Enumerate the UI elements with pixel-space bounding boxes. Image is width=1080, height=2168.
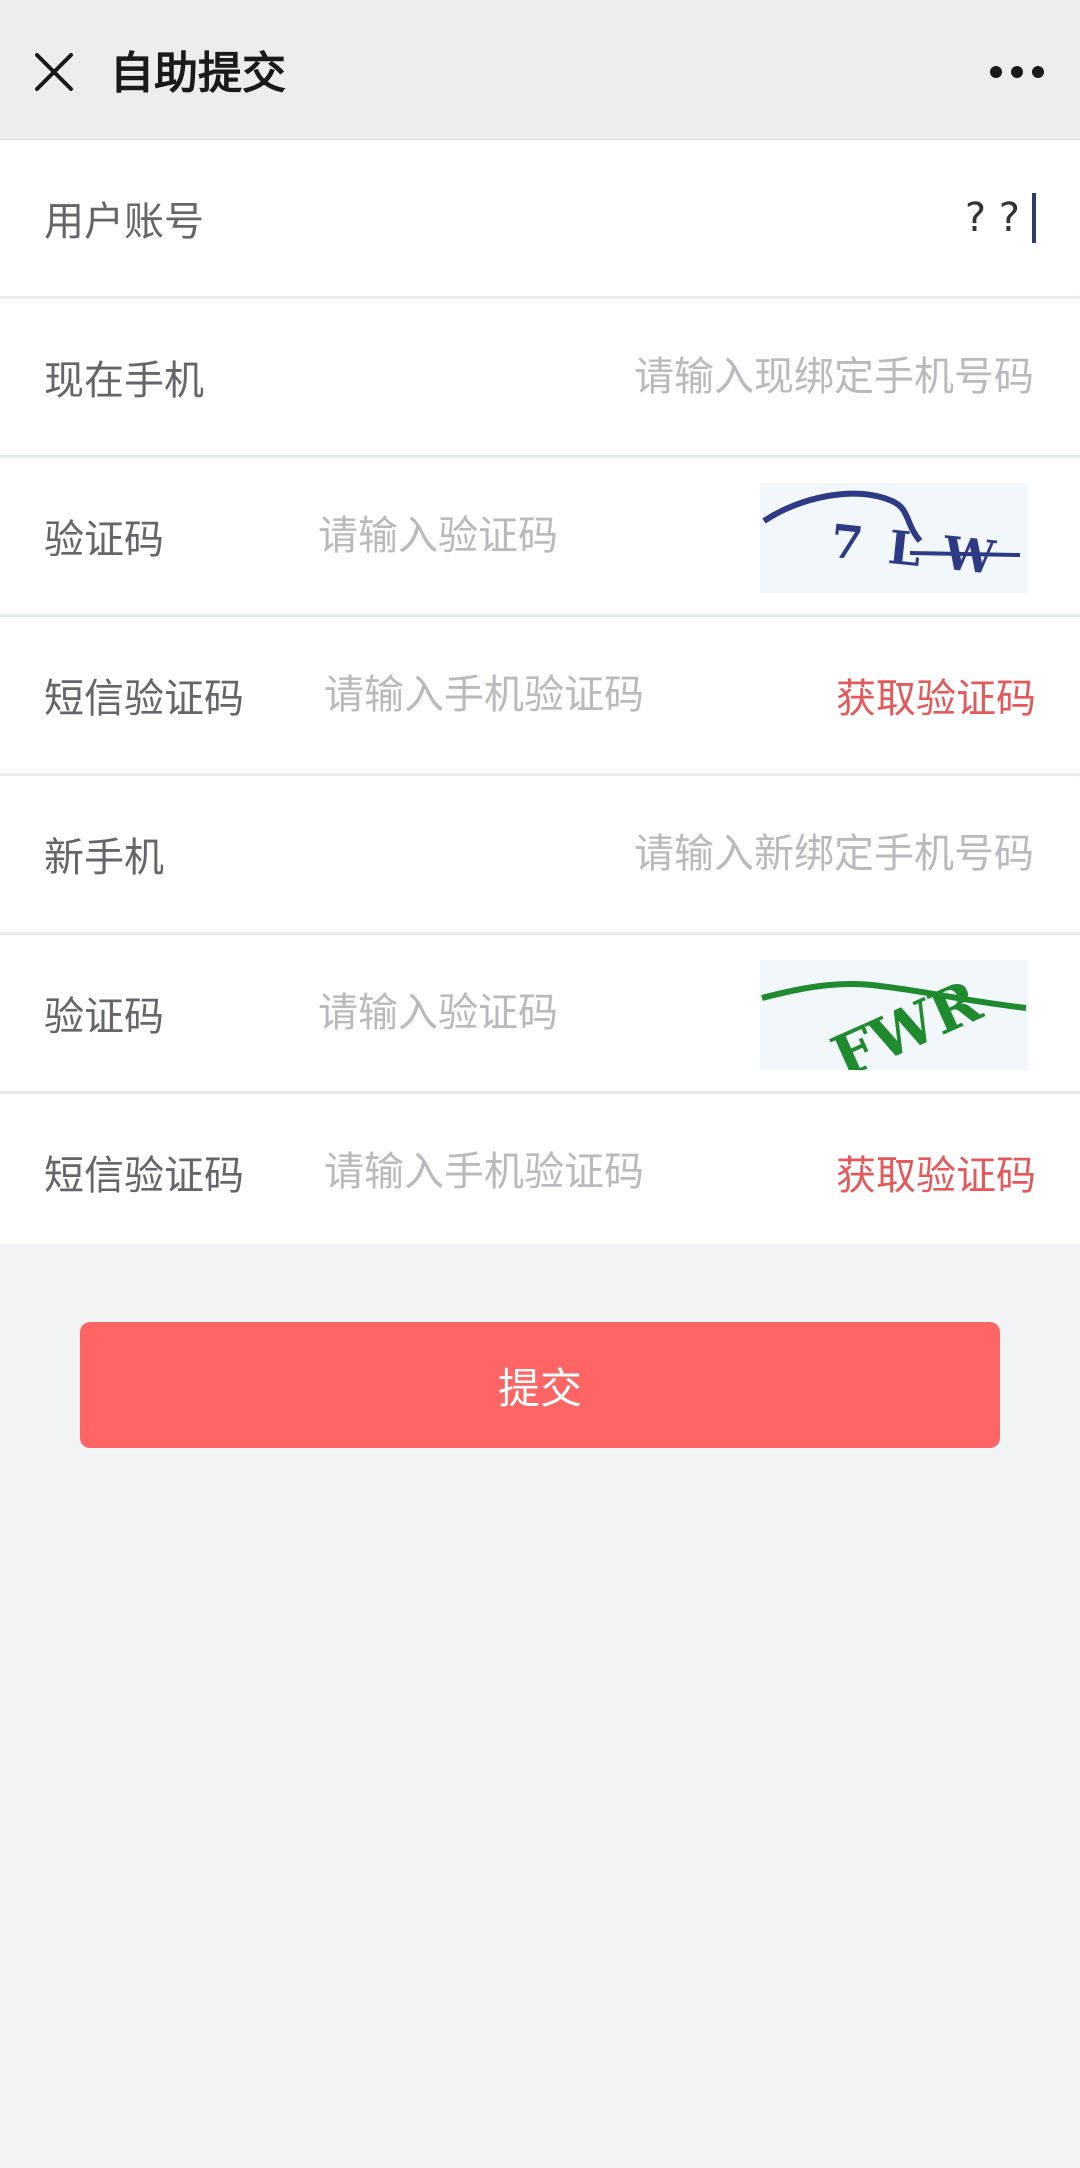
sms-code-input-1[interactable] bbox=[322, 665, 772, 725]
sms-label-1: 短信验证码 bbox=[44, 676, 244, 722]
captcha-graphic-1: 7LW bbox=[762, 490, 1024, 588]
more-button[interactable] bbox=[984, 50, 1050, 94]
page-title: 自助提交 bbox=[110, 48, 286, 99]
current-phone-label: 现在手机 bbox=[44, 358, 204, 404]
captcha-graphic-2: FWR bbox=[761, 966, 1027, 1070]
account-row: 用户账号 ? ? bbox=[0, 140, 1080, 299]
captcha-row-1: 验证码 7LW bbox=[0, 458, 1080, 617]
text-caret bbox=[1032, 193, 1036, 243]
new-phone-label: 新手机 bbox=[44, 835, 164, 881]
get-sms-code-button-2[interactable]: 获取验证码 bbox=[836, 1142, 1036, 1202]
captcha-input-2[interactable] bbox=[316, 983, 716, 1043]
sms-row-1: 短信验证码 获取验证码 bbox=[0, 617, 1080, 776]
submit-button[interactable]: 提交 bbox=[80, 1322, 1000, 1448]
captcha-text-1: 7LW bbox=[828, 514, 1023, 588]
captcha-row-2: 验证码 FWR bbox=[0, 935, 1080, 1094]
captcha-image-2[interactable]: FWR bbox=[760, 960, 1028, 1070]
new-phone-input[interactable] bbox=[516, 824, 1036, 884]
more-horizontal-icon bbox=[990, 66, 1044, 78]
close-button[interactable] bbox=[26, 44, 82, 100]
sms-code-input-2[interactable] bbox=[322, 1142, 772, 1202]
captcha-label-1: 验证码 bbox=[44, 517, 164, 563]
account-value-text: ? ? bbox=[964, 195, 1020, 241]
captcha-input-1[interactable] bbox=[316, 506, 716, 566]
account-value[interactable]: ? ? bbox=[965, 188, 1036, 248]
current-phone-row: 现在手机 bbox=[0, 299, 1080, 458]
get-sms-code-button-1[interactable]: 获取验证码 bbox=[836, 665, 1036, 725]
close-icon bbox=[35, 53, 73, 91]
new-phone-row: 新手机 bbox=[0, 776, 1080, 935]
captcha-label-2: 验证码 bbox=[44, 994, 164, 1040]
captcha-image-1[interactable]: 7LW bbox=[760, 483, 1028, 593]
phone-change-form: 用户账号 ? ? 现在手机 验证码 7LW 短信验证码 获取验证码 新手机 验证… bbox=[0, 140, 1080, 1244]
sms-label-2: 短信验证码 bbox=[44, 1153, 244, 1199]
top-bar: 自助提交 bbox=[0, 0, 1080, 140]
current-phone-input[interactable] bbox=[516, 347, 1036, 407]
sms-row-2: 短信验证码 获取验证码 bbox=[0, 1094, 1080, 1244]
account-label: 用户账号 bbox=[44, 199, 204, 245]
